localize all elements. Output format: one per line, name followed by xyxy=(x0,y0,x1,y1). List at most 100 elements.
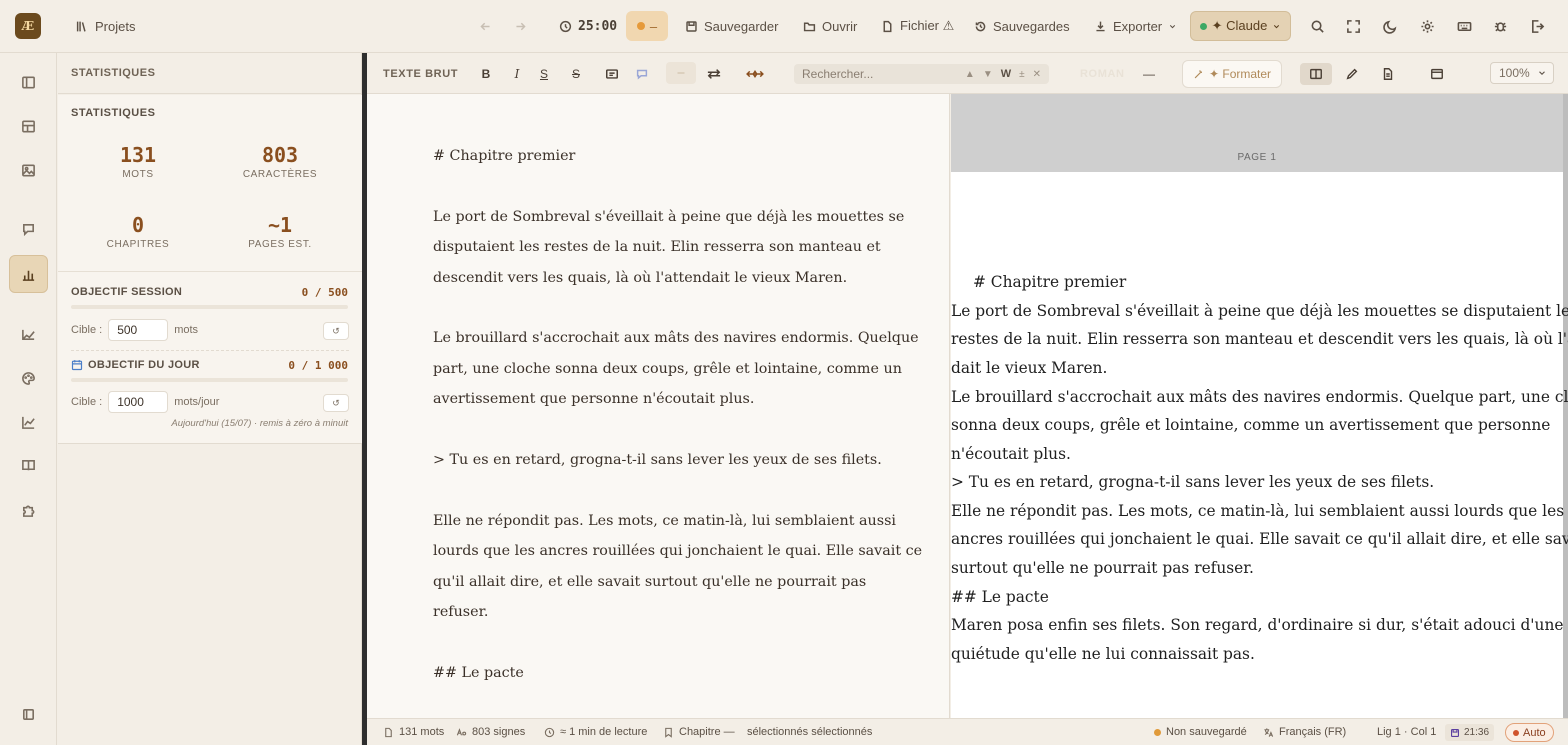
dash-button[interactable]: — xyxy=(1143,65,1155,83)
page-label: PAGE 1 xyxy=(1237,152,1277,163)
zoom-select[interactable]: 100% xyxy=(1490,62,1554,84)
preview-line: dait le vieux Maren. xyxy=(951,359,1108,377)
format-button[interactable]: ✦ Formater xyxy=(1182,60,1282,88)
export-label: Exporter xyxy=(1113,18,1163,34)
search-next-icon[interactable]: ▼ xyxy=(983,69,993,80)
status-language[interactable]: Français (FR) xyxy=(1263,726,1346,738)
projects-button[interactable]: Projets xyxy=(76,16,135,36)
status-signs-value: 803 signes xyxy=(472,726,526,738)
backups-button[interactable]: Sauvegardes xyxy=(974,16,1070,36)
status-reading-value: ≈ 1 min de lecture xyxy=(560,726,648,738)
search-icon[interactable] xyxy=(1308,17,1326,35)
ai-model-selector[interactable]: ✦ Claude xyxy=(1190,11,1291,41)
note-button[interactable] xyxy=(633,65,651,83)
timeline-icon[interactable] xyxy=(14,320,42,348)
stats-icon[interactable] xyxy=(9,255,48,293)
whole-word-toggle[interactable]: W xyxy=(1001,68,1011,80)
source-editor[interactable]: # Chapitre premier Le port de Sombreval s… xyxy=(367,94,950,718)
open-button[interactable]: Ouvrir xyxy=(803,16,857,36)
comment-box-button[interactable] xyxy=(603,65,621,83)
page-header-band: PAGE 1 xyxy=(951,94,1568,172)
top-bar: Æ Projets 25:00 – Sauvegarder Ouvrir Fic… xyxy=(0,0,1568,53)
edit-view-button[interactable] xyxy=(1336,63,1368,85)
source-line: disputaient les restes de la nuit. Elin … xyxy=(433,239,881,256)
timer-button[interactable]: 25:00 xyxy=(559,16,617,36)
page-view-button[interactable] xyxy=(1421,63,1453,85)
page-preview: PAGE 1 # Chapitre premier Le port de Somb… xyxy=(951,94,1568,718)
image-icon[interactable] xyxy=(14,156,42,184)
status-position: Lig 1 · Col 1 xyxy=(1377,726,1437,738)
source-line: descendit vers les quais, là où l'attend… xyxy=(433,269,848,286)
daily-target-input[interactable] xyxy=(108,391,169,413)
save-button[interactable]: Sauvegarder xyxy=(685,16,778,36)
book-icon[interactable] xyxy=(14,451,42,479)
daily-objective-header: OBJECTIF DU JOUR xyxy=(71,359,200,371)
preview-line: ## Le pacte xyxy=(951,588,1049,606)
underline-button[interactable]: S xyxy=(535,65,553,83)
save-label: Sauvegarder xyxy=(704,18,779,34)
bold-button[interactable]: B xyxy=(477,65,495,83)
highlight-button[interactable] xyxy=(666,62,696,84)
floppy-icon xyxy=(686,20,697,32)
autosave-toggle[interactable]: Auto xyxy=(1505,723,1554,742)
arrows-swap-icon xyxy=(707,69,721,79)
keyboard-icon[interactable] xyxy=(1455,17,1473,35)
search-input[interactable]: Rechercher... xyxy=(802,67,957,81)
palette-icon[interactable] xyxy=(14,364,42,392)
pomodoro-button[interactable]: – xyxy=(626,11,668,41)
preview-view-button[interactable] xyxy=(1372,63,1404,85)
search-box[interactable]: Rechercher... ▲ ▼ W ± ✕ xyxy=(794,64,1049,84)
chart-line-icon[interactable] xyxy=(14,408,42,436)
backups-label: Sauvegardes xyxy=(993,18,1070,34)
roman-mode-button[interactable]: ROMAN xyxy=(1080,65,1125,83)
preview-line: Le brouillard s'accrochait aux mâts des … xyxy=(951,388,1568,406)
fullscreen-icon[interactable] xyxy=(1344,17,1362,35)
export-button[interactable]: Exporter xyxy=(1094,16,1177,36)
stat-label: MOTS xyxy=(122,169,154,180)
italic-button[interactable]: I xyxy=(508,65,526,83)
daily-reset-button[interactable]: ↺ xyxy=(323,394,349,412)
dashed-divider xyxy=(71,350,349,351)
session-target-input[interactable] xyxy=(108,319,169,341)
preview-line: Maren posa enfin ses filets. Son regard,… xyxy=(951,616,1564,634)
session-target-unit: mots xyxy=(174,324,199,336)
collapse-panel-icon[interactable] xyxy=(14,700,42,728)
download-icon xyxy=(1096,21,1105,31)
preview-line: Elle ne répondit pas. Les mots, ce matin… xyxy=(951,502,1565,520)
wrap-button[interactable] xyxy=(704,65,724,83)
editor-mode-label[interactable]: TEXTE BRUT xyxy=(383,65,458,83)
app-logo[interactable]: Æ xyxy=(15,13,41,39)
session-reset-button[interactable]: ↺ xyxy=(323,322,349,340)
pomodoro-label: – xyxy=(649,18,658,34)
chat-icon[interactable] xyxy=(14,215,42,243)
preview-scrollbar[interactable] xyxy=(1563,94,1568,718)
gear-icon[interactable] xyxy=(1418,17,1436,35)
expand-button[interactable] xyxy=(744,65,766,83)
case-toggle[interactable]: ± xyxy=(1019,69,1025,80)
status-save-value: Non sauvegardé xyxy=(1166,726,1247,738)
pomodoro-dot-icon xyxy=(636,22,645,30)
puzzle-icon[interactable] xyxy=(14,496,42,524)
search-prev-icon[interactable]: ▲ xyxy=(965,69,975,80)
auto-dot-icon xyxy=(1513,729,1519,736)
stat-characters: 803 CARACTÈRES xyxy=(220,143,340,180)
strikethrough-button[interactable]: S xyxy=(567,65,585,83)
source-line: Le port de Sombreval s'éveillait à peine… xyxy=(433,208,905,225)
moon-icon[interactable] xyxy=(1381,17,1399,35)
preview-line: sonna deux coups, grêle et lointaine, co… xyxy=(951,416,1551,434)
books-icon xyxy=(76,21,86,32)
undo-button[interactable] xyxy=(479,16,492,36)
sidebar-toggle-icon[interactable] xyxy=(14,68,42,96)
logout-icon[interactable] xyxy=(1528,17,1546,35)
preview-line: restes de la nuit. Elin resserra son man… xyxy=(951,330,1568,348)
bug-icon[interactable] xyxy=(1491,17,1509,35)
status-save-state[interactable]: Non sauvegardé xyxy=(1154,726,1247,738)
redo-button[interactable] xyxy=(514,16,527,36)
close-icon[interactable]: ✕ xyxy=(1033,69,1041,80)
file-button[interactable]: Fichier ⚠ xyxy=(881,16,954,36)
stats-card-title: STATISTIQUES xyxy=(71,107,156,119)
preview-line: > Tu es en retard, grogna-t-il sans leve… xyxy=(951,473,1435,491)
preview-line: n'écoutait plus. xyxy=(951,445,1071,463)
split-view-button[interactable] xyxy=(1300,63,1332,85)
board-icon[interactable] xyxy=(14,112,42,140)
